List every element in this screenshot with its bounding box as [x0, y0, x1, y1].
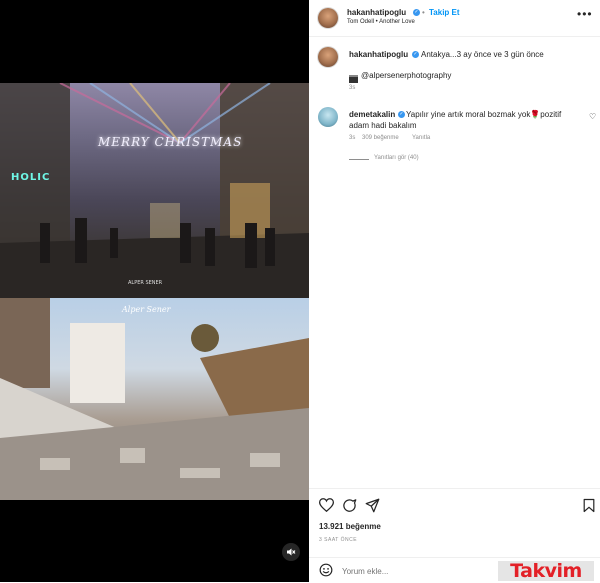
comment-like-heart-icon[interactable]: ♡ [589, 112, 596, 121]
verified-badge-icon: ✓ [413, 9, 420, 16]
post-header: hakanhatipoglu ✓ • Takip Et Tom Odell • … [309, 0, 600, 37]
comment-composer: Takvim [309, 557, 600, 583]
heart-icon[interactable] [318, 498, 335, 517]
likes-count[interactable]: 13.921 beğenme [319, 522, 381, 531]
dot-separator: • [422, 8, 425, 17]
post-media[interactable]: MERRY CHRISTMAS HOLIC ALPER SENER Alper … [0, 0, 309, 582]
takvim-watermark-logo: Takvim [498, 561, 594, 581]
comment-text: Yapılır yine artık moral bozmak yok🌹pozi… [349, 109, 574, 131]
comment-input[interactable] [342, 564, 492, 578]
avatar[interactable] [318, 8, 338, 28]
photographer-mention-link[interactable]: @alpersenerphotography [361, 71, 451, 80]
author-username[interactable]: hakanhatipoglu [347, 8, 406, 17]
follow-button[interactable]: Takip Et [429, 8, 460, 17]
comment-avatar[interactable] [318, 107, 338, 127]
verified-badge-icon: ✓ [412, 51, 419, 58]
share-icon[interactable] [365, 498, 380, 518]
reply-button[interactable]: Yanıtla [412, 135, 430, 141]
speaker-muted-icon[interactable] [282, 543, 300, 561]
post-timestamp: 3 SAAT ÖNCE [319, 537, 358, 543]
bookmark-icon[interactable] [583, 498, 595, 518]
caption-avatar[interactable] [318, 47, 338, 67]
view-replies-link[interactable]: Yanıtları gör (40) [374, 155, 419, 161]
replies-divider [349, 159, 369, 160]
audio-track[interactable]: Tom Odell • Another Love [347, 19, 415, 25]
overlay-caption: MERRY CHRISTMAS [98, 135, 243, 149]
more-options-icon[interactable]: ••• [577, 7, 593, 21]
photo-before [0, 83, 309, 298]
comment-time: 3s [349, 135, 356, 141]
emoji-icon[interactable] [319, 563, 333, 582]
street-scene-graphic [0, 83, 309, 298]
caption-text: Antakya...3 ay önce ve 3 gün önce [421, 50, 544, 59]
caption-author[interactable]: hakanhatipoglu [349, 50, 408, 59]
comment-like-count[interactable]: 309 beğenme [362, 135, 399, 141]
clapperboard-icon [349, 70, 358, 83]
photo-watermark-top: ALPER SENER [128, 280, 163, 286]
photo-after [0, 298, 309, 500]
comment-body: Yapılır yine artık moral bozmak yok🌹pozi… [349, 110, 562, 130]
shop-sign: HOLIC [11, 172, 51, 183]
caption-time: 3s [349, 85, 356, 91]
rubble-scene-graphic [0, 298, 309, 500]
comment-icon[interactable] [342, 498, 357, 518]
photo-watermark-bottom: Alper Sener [122, 305, 171, 314]
post-details-panel: hakanhatipoglu ✓ • Takip Et Tom Odell • … [309, 0, 600, 582]
